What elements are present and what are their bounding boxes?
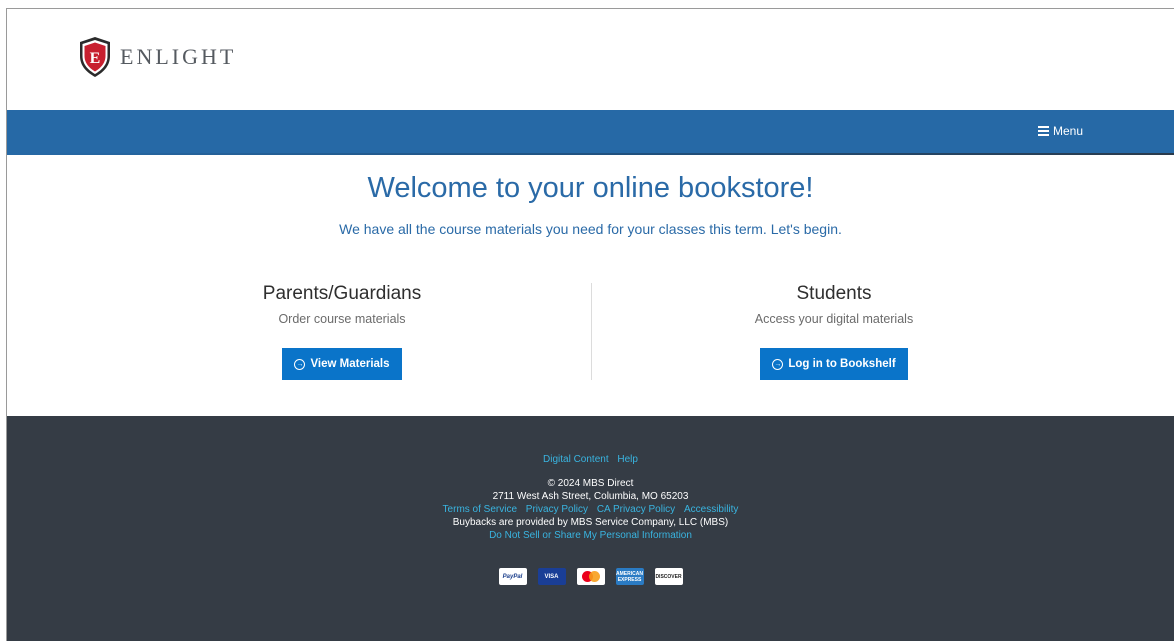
footer-info: © 2024 MBS Direct 2711 West Ash Street, … [7, 477, 1174, 542]
footer-top-links: Digital Content Help [7, 454, 1174, 465]
digital-content-link[interactable]: Digital Content [543, 454, 609, 465]
amex-card-icon: AMERICAN EXPRESS [615, 568, 644, 585]
nav-bar: Menu [7, 110, 1174, 155]
help-link[interactable]: Help [617, 454, 638, 465]
hamburger-icon [1038, 126, 1049, 136]
payment-cards: PayPal VISA AMERICAN EXPRESS DISCOVER [7, 568, 1174, 585]
page-frame: E ENLIGHT Menu Welcome to your online bo… [6, 8, 1174, 641]
privacy-policy-link[interactable]: Privacy Policy [526, 504, 588, 515]
ca-privacy-policy-link[interactable]: CA Privacy Policy [597, 504, 675, 515]
students-heading: Students [796, 283, 872, 304]
main-content: Welcome to your online bookstore! We hav… [7, 155, 1174, 416]
logo-letter: E [90, 50, 101, 67]
copyright-text: © 2024 MBS Direct [547, 478, 634, 489]
accessibility-link[interactable]: Accessibility [684, 504, 738, 515]
mastercard-card-icon [576, 568, 605, 585]
parents-description: Order course materials [278, 312, 406, 326]
view-materials-button[interactable]: → View Materials [282, 348, 402, 380]
menu-label: Menu [1053, 124, 1084, 138]
parents-heading: Parents/Guardians [262, 283, 422, 304]
section-divider [591, 283, 592, 380]
do-not-sell-link[interactable]: Do Not Sell or Share My Personal Informa… [489, 530, 692, 541]
welcome-subtitle: We have all the course materials you nee… [339, 221, 842, 237]
site-header: E ENLIGHT [7, 9, 1174, 110]
arrow-circle-right-icon: → [294, 358, 306, 370]
site-footer: Digital Content Help © 2024 MBS Direct 2… [7, 416, 1174, 641]
log-in-bookshelf-label: Log in to Bookshelf [788, 358, 896, 370]
menu-button[interactable]: Menu [1038, 124, 1083, 138]
paypal-card-icon: PayPal [498, 568, 527, 585]
buyback-text: Buybacks are provided by MBS Service Com… [452, 517, 729, 528]
log-in-bookshelf-button[interactable]: → Log in to Bookshelf [760, 348, 908, 380]
parents-section: Parents/Guardians Order course materials… [192, 283, 492, 380]
welcome-title: Welcome to your online bookstore! [367, 172, 814, 204]
address-text: 2711 West Ash Street, Columbia, MO 65203 [492, 491, 689, 502]
logo-text: ENLIGHT [120, 44, 237, 69]
discover-card-icon: DISCOVER [654, 568, 683, 585]
students-section: Students Access your digital materials →… [684, 283, 984, 380]
enlight-logo[interactable]: E ENLIGHT [78, 36, 236, 78]
students-description: Access your digital materials [754, 312, 914, 326]
view-materials-label: View Materials [310, 358, 390, 370]
arrow-circle-right-icon: → [772, 358, 784, 370]
policy-links: Terms of Service Privacy Policy CA Priva… [7, 503, 1174, 516]
terms-of-service-link[interactable]: Terms of Service [443, 504, 517, 515]
shield-logo-icon: E [80, 37, 110, 77]
visa-card-icon: VISA [537, 568, 566, 585]
